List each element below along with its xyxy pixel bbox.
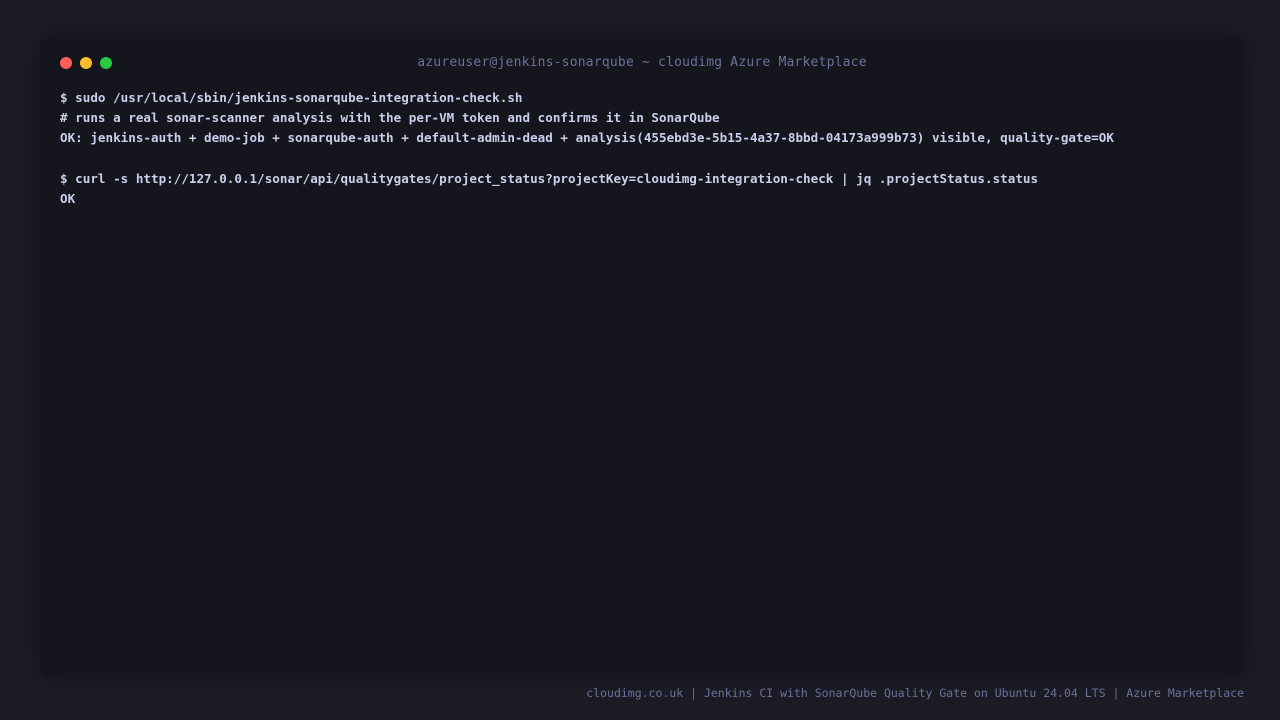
terminal-line-command-1: $ sudo /usr/local/sbin/jenkins-sonarqube… xyxy=(60,90,523,105)
title-bar: azureuser@jenkins-sonarqube ~ cloudimg A… xyxy=(40,52,1244,74)
footer-caption: cloudimg.co.uk | Jenkins CI with SonarQu… xyxy=(586,686,1244,700)
terminal-line-comment: # runs a real sonar-scanner analysis wit… xyxy=(60,110,720,125)
terminal-line-command-2: $ curl -s http://127.0.0.1/sonar/api/qua… xyxy=(60,171,1039,186)
terminal-line-result-1: OK: jenkins-auth + demo-job + sonarqube-… xyxy=(60,130,1114,145)
window-title: azureuser@jenkins-sonarqube ~ cloudimg A… xyxy=(417,55,867,70)
terminal-line-result-2: OK xyxy=(60,191,76,206)
terminal-output[interactable]: $ sudo /usr/local/sbin/jenkins-sonarqube… xyxy=(60,88,1230,209)
terminal-window: azureuser@jenkins-sonarqube ~ cloudimg A… xyxy=(40,38,1244,676)
